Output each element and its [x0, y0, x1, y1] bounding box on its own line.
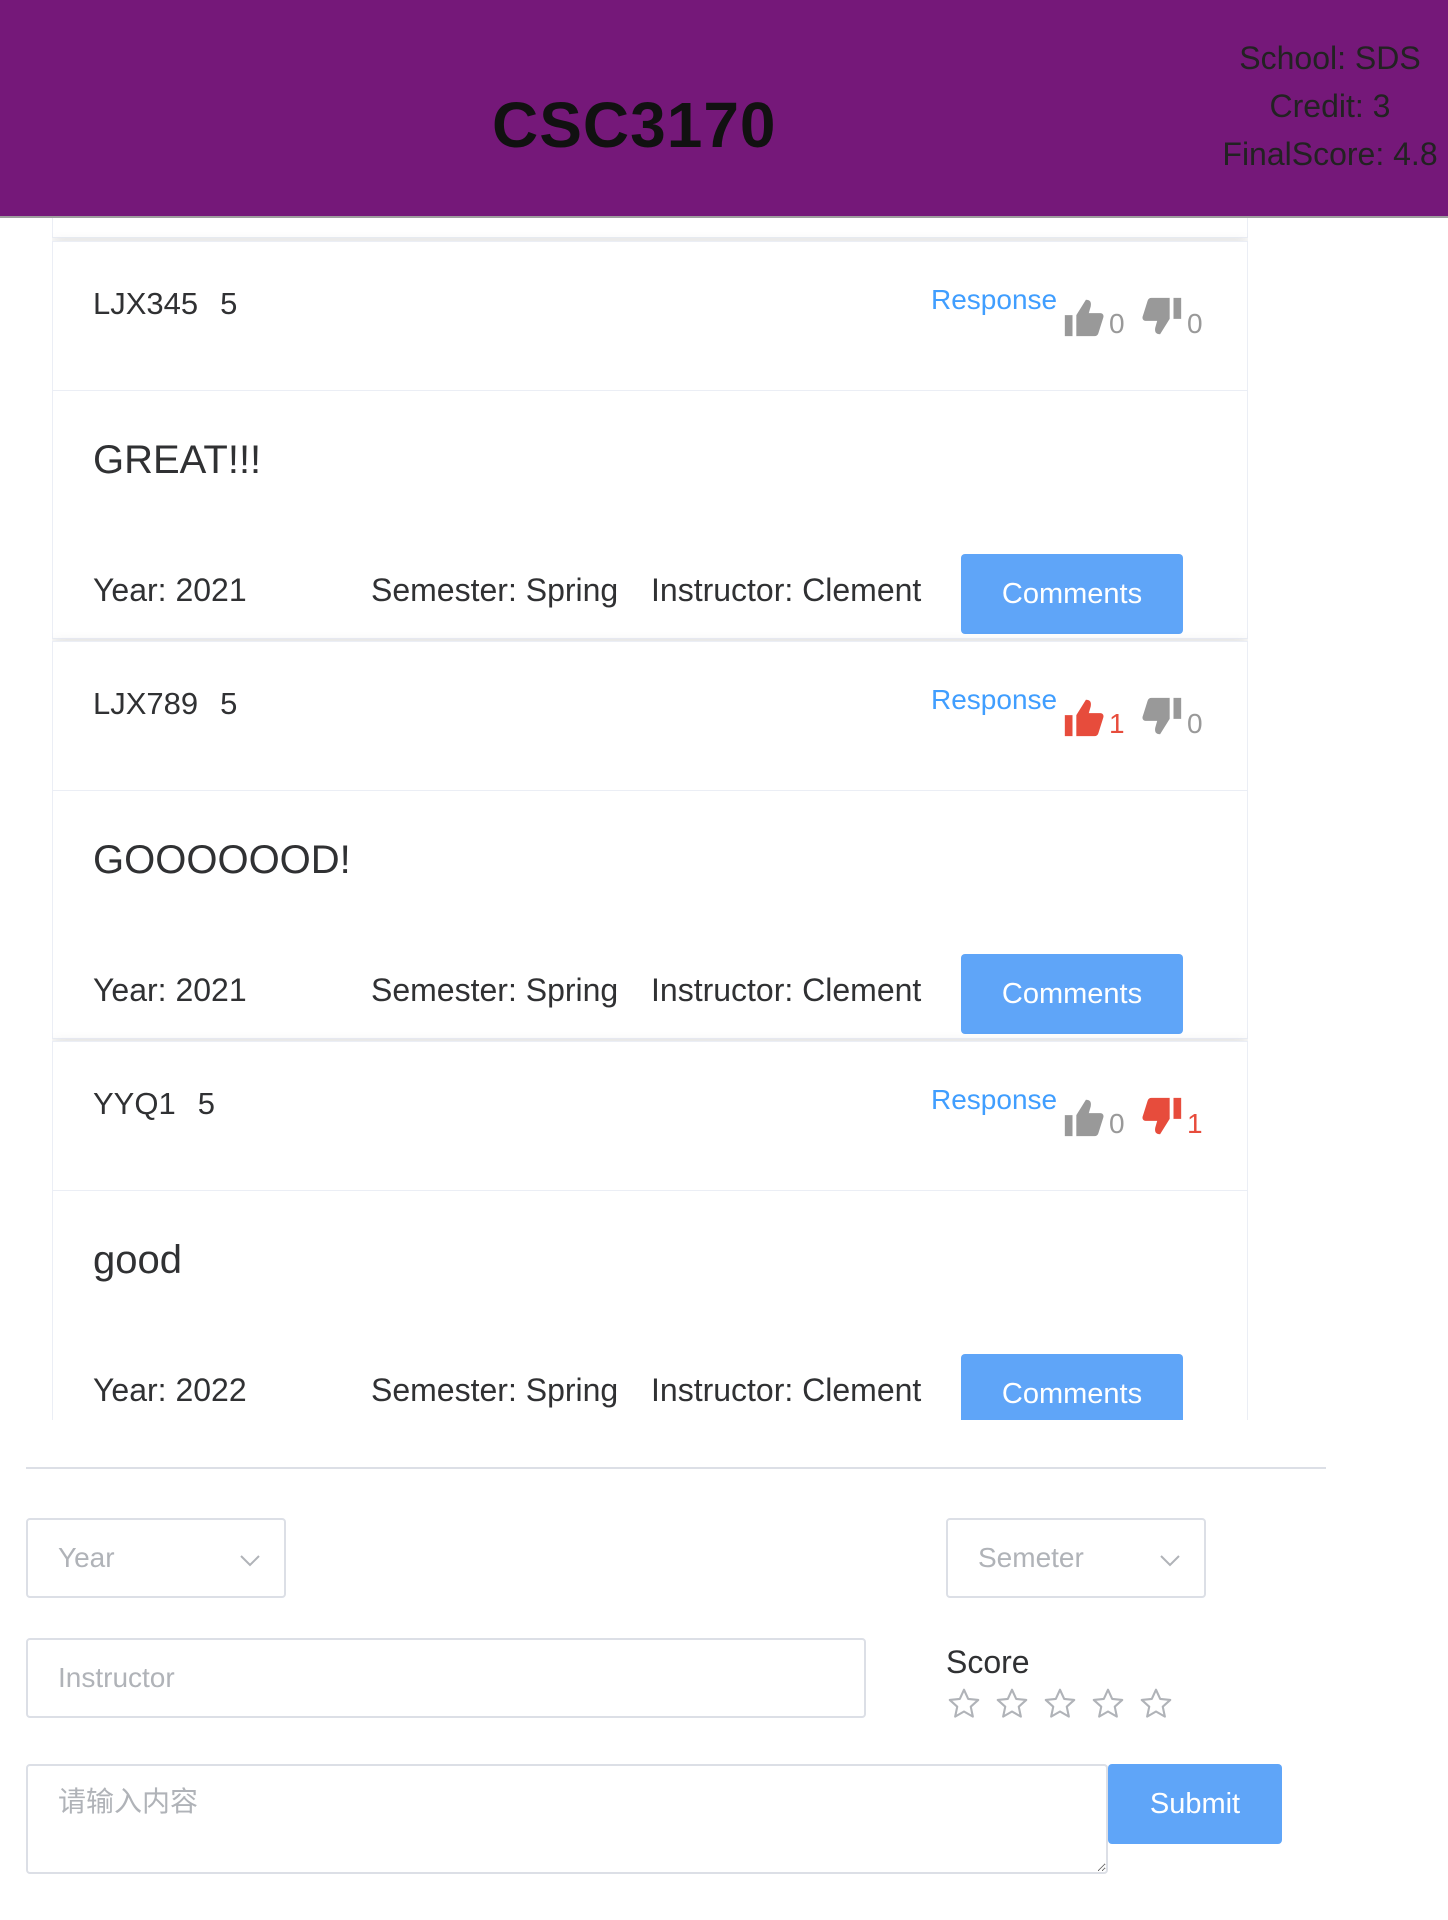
comment-content: GOOOOOOD!	[93, 838, 351, 882]
author-name: LJX789	[93, 686, 199, 721]
dislike-count: 1	[1187, 1108, 1203, 1139]
year-select[interactable]: Year	[26, 1518, 286, 1598]
comment-author: YYQ1 5	[93, 1086, 215, 1122]
comment-semester: Semester: Spring	[371, 972, 619, 1008]
comment-instructor: Instructor: Clement	[651, 572, 922, 608]
course-school: School: SDS	[1239, 40, 1421, 76]
dislike-count: 0	[1187, 308, 1203, 339]
comment-card-header: YYQ1 5 Response 0 1	[53, 1042, 1247, 1191]
thumbs-up-icon	[1061, 294, 1107, 340]
comment-card: YYQ1 5 Response 0 1 good Year: 2022 Semes…	[52, 1041, 1248, 1420]
course-credit: Credit: 3	[1269, 88, 1391, 124]
author-score: 5	[220, 686, 238, 721]
comment-semester: Semester: Spring	[371, 572, 619, 608]
submit-button[interactable]: Submit	[1108, 1764, 1282, 1844]
like-count: 0	[1109, 308, 1125, 339]
author-name: YYQ1	[93, 1086, 176, 1121]
comment-card: LJX345 5 Response 0 0 GREAT!!! Year: 2021…	[52, 241, 1248, 639]
author-score: 5	[197, 1086, 215, 1121]
chevron-down-icon	[1160, 1555, 1180, 1567]
course-title: CSC3170	[492, 89, 777, 161]
comment-content: GREAT!!!	[93, 438, 262, 482]
like-count: 1	[1109, 708, 1125, 739]
dislike-count: 0	[1187, 708, 1203, 739]
comment-card-header: LJX345 5 Response 0 0	[53, 242, 1247, 391]
comment-card: LJX789 5 Response 1 0 GOOOOOOD! Year: 202…	[52, 641, 1248, 1039]
like-button[interactable]: 0	[1059, 294, 1125, 342]
chevron-down-icon	[240, 1555, 260, 1567]
form-divider	[26, 1467, 1326, 1469]
semester-select-placeholder: Semeter	[978, 1542, 1084, 1573]
dislike-button[interactable]: 0	[1137, 694, 1203, 742]
star-outline-icon[interactable]	[1090, 1686, 1126, 1722]
thumbs-down-icon	[1139, 294, 1185, 340]
star-outline-icon[interactable]	[946, 1686, 982, 1722]
course-final-score: FinalScore: 4.8	[1222, 136, 1438, 172]
course-info: School: SDS Credit: 3 FinalScore: 4.8	[1200, 34, 1448, 178]
like-count: 0	[1109, 1108, 1125, 1139]
semester-select[interactable]: Semeter	[946, 1518, 1206, 1598]
comments-button[interactable]: Comments	[961, 554, 1183, 634]
author-name: LJX345	[93, 286, 199, 321]
star-outline-icon[interactable]	[994, 1686, 1030, 1722]
comments-button[interactable]: Comments	[961, 954, 1183, 1034]
response-link[interactable]: Response	[931, 284, 1057, 316]
thumbs-up-icon	[1061, 1094, 1107, 1140]
like-button[interactable]: 1	[1059, 694, 1125, 742]
comment-author: LJX789 5	[93, 686, 237, 722]
comment-author: LJX345 5	[93, 286, 237, 322]
dislike-button[interactable]: 0	[1137, 294, 1203, 342]
thumbs-down-icon	[1139, 1094, 1185, 1140]
course-header: CSC3170 School: SDS Credit: 3 FinalScore…	[0, 0, 1448, 218]
comments-button[interactable]: Comments	[961, 1354, 1183, 1420]
comment-year: Year: 2021	[93, 972, 247, 1008]
response-link[interactable]: Response	[931, 1084, 1057, 1116]
comment-card-header: LJX789 5 Response 1 0	[53, 642, 1247, 791]
thumbs-down-icon	[1139, 694, 1185, 740]
response-link[interactable]: Response	[931, 684, 1057, 716]
score-rating[interactable]	[946, 1686, 1186, 1722]
star-outline-icon[interactable]	[1042, 1686, 1078, 1722]
comment-semester: Semester: Spring	[371, 1372, 619, 1408]
thumbs-up-icon	[1061, 694, 1107, 740]
like-button[interactable]: 0	[1059, 1094, 1125, 1142]
comment-instructor: Instructor: Clement	[651, 1372, 922, 1408]
score-label: Score	[946, 1644, 1030, 1680]
star-outline-icon[interactable]	[1138, 1686, 1174, 1722]
comment-year: Year: 2021	[93, 572, 247, 608]
comment-content: good	[93, 1238, 182, 1282]
year-select-placeholder: Year	[58, 1542, 115, 1573]
instructor-input[interactable]	[26, 1638, 866, 1718]
comment-instructor: Instructor: Clement	[651, 972, 922, 1008]
comment-year: Year: 2022	[93, 1372, 247, 1408]
content-textarea[interactable]	[26, 1764, 1108, 1874]
author-score: 5	[220, 286, 238, 321]
dislike-button[interactable]: 1	[1137, 1094, 1203, 1142]
